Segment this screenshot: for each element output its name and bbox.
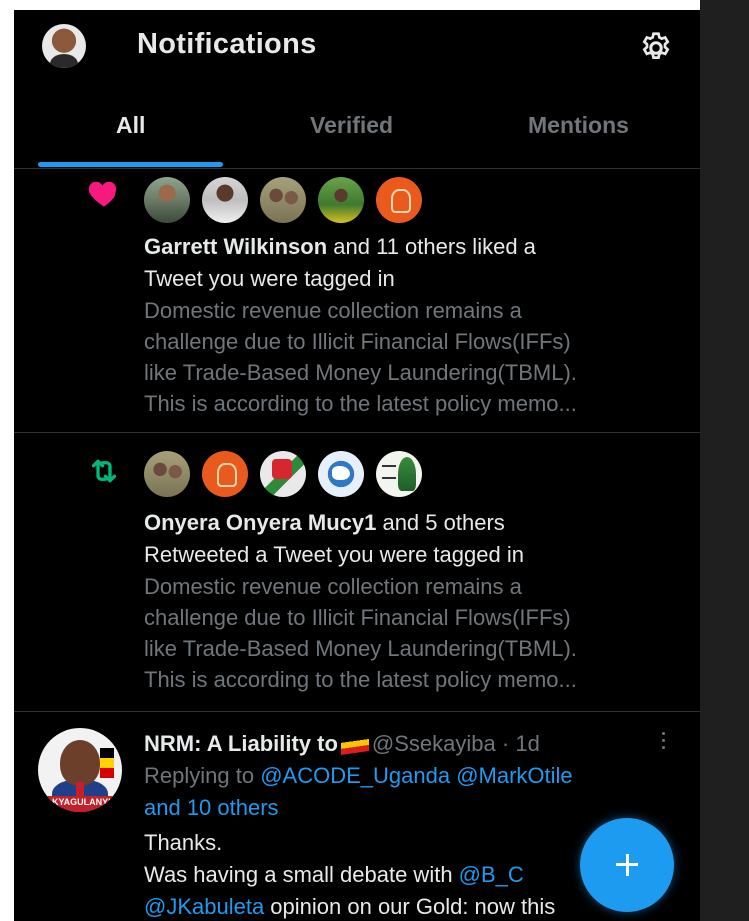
tab-verified[interactable]: Verified xyxy=(310,112,393,139)
actor-name[interactable]: Garrett Wilkinson xyxy=(144,234,327,259)
mention-link[interactable]: @MarkOtile xyxy=(456,763,572,788)
author-display-name[interactable]: NRM: A Liability to xyxy=(144,731,338,756)
action-text: and 5 others xyxy=(376,510,505,535)
mention-link[interactable]: @B_C xyxy=(459,862,524,887)
tweet-body-text: Was having a small debate with xyxy=(144,862,459,887)
replying-prefix: Replying to xyxy=(144,763,261,788)
avatar[interactable] xyxy=(260,451,306,497)
notifications-screen: Notifications All Verified Mentions Garr… xyxy=(14,10,700,921)
heart-icon xyxy=(88,181,117,207)
tweet-body-text: opinion on our Gold: now this xyxy=(264,894,556,919)
notification-retweet[interactable]: Onyera Onyera Mucy1 and 5 others Retweet… xyxy=(14,433,700,712)
avatar-flag-stripe xyxy=(100,748,114,778)
tweet-header: NRM: A Liability to @Ssekayiba · 1d xyxy=(144,728,540,759)
plus-icon xyxy=(625,854,629,876)
notification-summary: Onyera Onyera Mucy1 and 5 others xyxy=(144,507,505,538)
tweet-preview-line: This is according to the latest policy m… xyxy=(144,667,577,692)
profile-avatar[interactable] xyxy=(42,24,86,68)
tab-all[interactable]: All xyxy=(116,112,145,139)
avatar[interactable] xyxy=(144,177,190,223)
tab-mentions[interactable]: Mentions xyxy=(528,112,629,139)
action-text: Tweet you were tagged in xyxy=(144,266,395,291)
retweeter-avatars xyxy=(144,451,424,497)
avatar[interactable] xyxy=(202,451,248,497)
avatar[interactable] xyxy=(260,177,306,223)
notification-like[interactable]: Garrett Wilkinson and 11 others liked a … xyxy=(14,169,700,433)
tweet-author-avatar[interactable]: KYAGULANYI xyxy=(38,728,122,812)
uganda-flag-icon xyxy=(340,733,369,755)
avatar-face xyxy=(60,740,100,786)
tab-bar: All Verified Mentions xyxy=(14,98,700,169)
replying-to: Replying to @ACODE_Uganda @MarkOtile xyxy=(144,760,573,791)
mention-link[interactable]: @JKabuleta xyxy=(144,894,264,919)
avatar[interactable] xyxy=(202,177,248,223)
compose-button[interactable] xyxy=(580,818,674,912)
page-title: Notifications xyxy=(137,28,317,60)
avatar[interactable] xyxy=(376,177,422,223)
tweet-preview-line: This is according to the latest policy m… xyxy=(144,391,577,416)
tweet-preview-line: like Trade-Based Money Laundering(TBML). xyxy=(144,636,577,661)
tweet-preview-line: Domestic revenue collection remains a xyxy=(144,574,522,599)
background-gutter xyxy=(700,0,749,921)
avatar[interactable] xyxy=(318,451,364,497)
action-text: Retweeted a Tweet you were tagged in xyxy=(144,542,524,567)
active-tab-indicator xyxy=(38,162,223,167)
avatar-banner-text: KYAGULANYI xyxy=(52,797,111,807)
gear-icon[interactable] xyxy=(638,30,674,66)
retweet-icon xyxy=(91,459,117,483)
tweet-preview-line: Domestic revenue collection remains a xyxy=(144,298,522,323)
replying-more-link[interactable]: and 10 others xyxy=(144,792,279,823)
tweet-preview-line: like Trade-Based Money Laundering(TBML). xyxy=(144,360,577,385)
author-handle[interactable]: @Ssekayiba xyxy=(372,731,496,756)
avatar[interactable] xyxy=(376,451,422,497)
tweet-body-line: Was having a small debate with @B_C xyxy=(144,859,524,890)
tweet-preview-line: challenge due to Illicit Financial Flows… xyxy=(144,329,571,354)
notification-summary: Garrett Wilkinson and 11 others liked a xyxy=(144,231,536,262)
tweet-body-line: @JKabuleta opinion on our Gold: now this xyxy=(144,891,555,921)
tweet-time: · 1d xyxy=(501,731,540,756)
more-options-icon[interactable] xyxy=(662,732,668,752)
liker-avatars xyxy=(144,177,424,223)
tweet-body-line: Thanks. xyxy=(144,830,223,855)
avatar[interactable] xyxy=(144,451,190,497)
mention-link[interactable]: @ACODE_Uganda xyxy=(260,763,450,788)
tweet-preview-line: challenge due to Illicit Financial Flows… xyxy=(144,605,571,630)
avatar[interactable] xyxy=(318,177,364,223)
actor-name[interactable]: Onyera Onyera Mucy1 xyxy=(144,510,376,535)
header: Notifications xyxy=(14,10,700,80)
action-text: and 11 others liked a xyxy=(327,234,536,259)
